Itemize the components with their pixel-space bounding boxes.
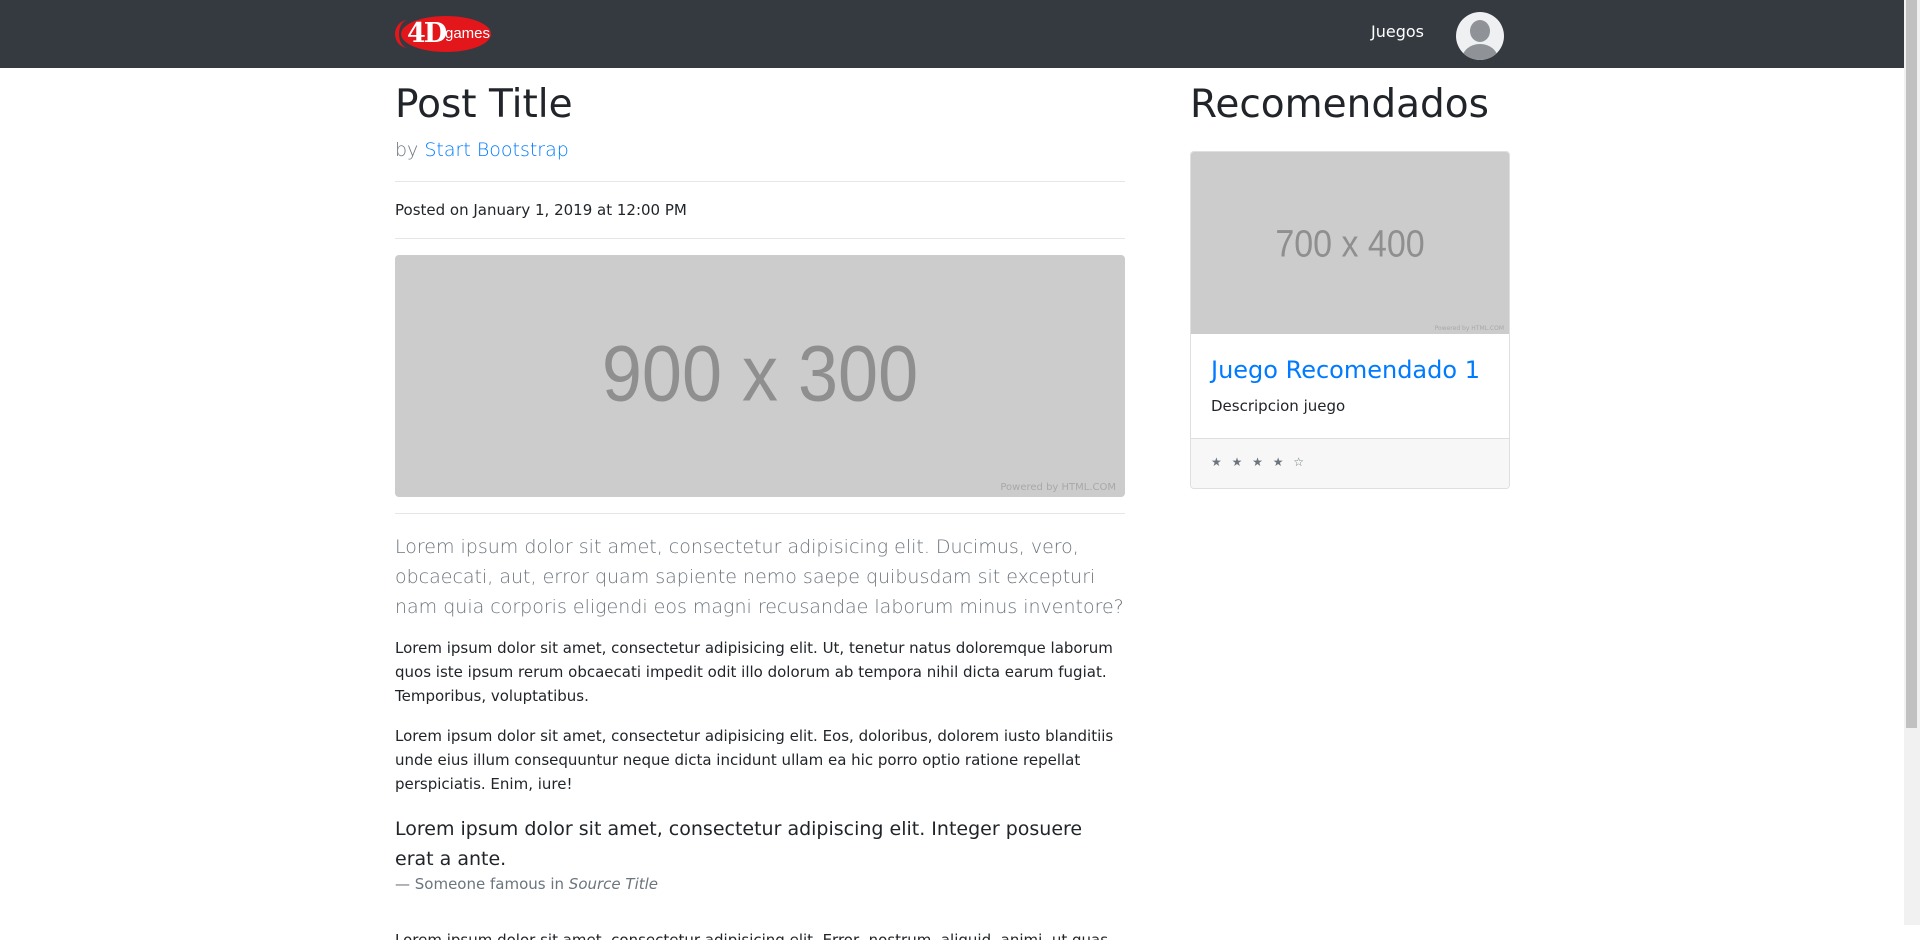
logo-games-text: games [445, 25, 491, 42]
brand-logo[interactable]: 4D games [395, 14, 495, 54]
rating-stars-icon: ★ ★ ★ ★ ☆ [1211, 455, 1308, 469]
card-powered-label: Powered by HTML.COM [1434, 325, 1504, 332]
post-paragraph-2: Lorem ipsum dolor sit amet, consectetur … [395, 727, 1114, 793]
card-image-size-label: 700 x 400 [1275, 222, 1425, 266]
avatar-body [1462, 44, 1498, 60]
card-title-link[interactable]: Juego Recomendado 1 [1211, 355, 1480, 385]
post-title: Post Title [395, 82, 573, 127]
navbar: 4D games Juegos [0, 0, 1904, 68]
sidebar-title: Recomendados [1190, 82, 1489, 127]
post-lead: Lorem ipsum dolor sit amet, consectetur … [395, 536, 1124, 618]
byline-prefix: by [395, 139, 419, 161]
post-byline: by Start Bootstrap [395, 138, 569, 162]
avatar-head [1470, 20, 1490, 42]
hero-size-label: 900 x 300 [601, 330, 919, 418]
blockquote-footer: — Someone famous in Source Title [395, 874, 658, 894]
post-paragraph-1: Lorem ipsum dolor sit amet, consectetur … [395, 639, 1113, 705]
user-avatar-icon[interactable] [1456, 12, 1504, 60]
post-paragraph-3: Lorem ipsum dolor sit amet, consectetur … [395, 931, 1109, 940]
post-hero-image: 900 x 300 Powered by HTML.COM [395, 255, 1125, 497]
card-footer: ★ ★ ★ ★ ☆ [1191, 438, 1509, 488]
logo-4d-text: 4D [407, 18, 447, 49]
post-date: Posted on January 1, 2019 at 12:00 PM [395, 201, 687, 219]
nav-link-juegos[interactable]: Juegos [1371, 22, 1424, 42]
quote-source: Source Title [568, 875, 659, 893]
blockquote-text: Lorem ipsum dolor sit amet, consectetur … [395, 818, 1083, 870]
quote-author: — Someone famous in [395, 875, 565, 893]
divider-top [395, 181, 1125, 182]
scrollbar-thumb[interactable] [1906, 0, 1917, 728]
author-link[interactable]: Start Bootstrap [424, 139, 568, 161]
card-description: Descripcion juego [1211, 397, 1346, 415]
divider-image [395, 513, 1125, 514]
card-image[interactable]: 700 x 400 Powered by HTML.COM [1191, 152, 1509, 334]
recommended-card: 700 x 400 Powered by HTML.COM Juego Reco… [1190, 151, 1510, 489]
hero-powered-label: Powered by HTML.COM [1000, 482, 1116, 493]
divider-date [395, 238, 1125, 239]
